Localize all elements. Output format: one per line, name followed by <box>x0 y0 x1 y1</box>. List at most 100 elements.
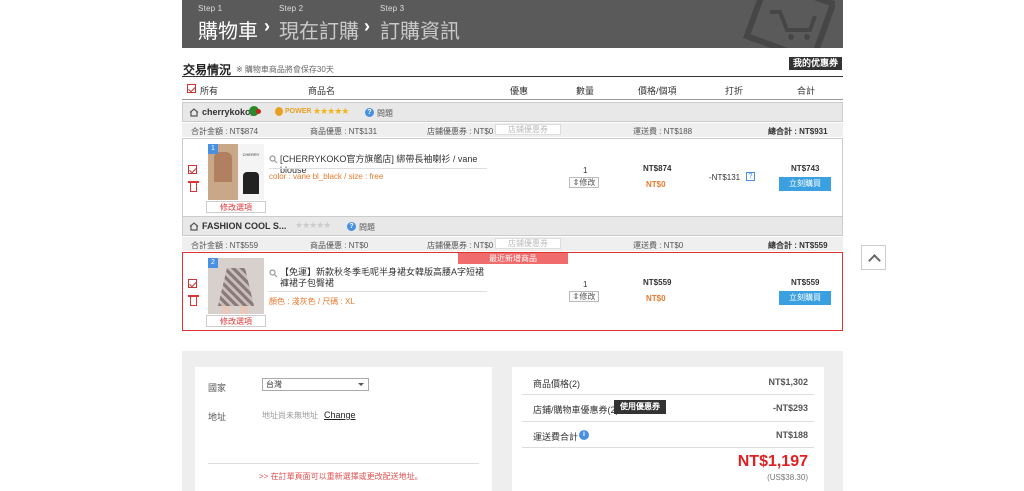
item-quantity: 1 <box>583 280 588 289</box>
divider <box>522 447 814 448</box>
coupon-label: 店鋪/購物車優惠券(2) <box>533 405 619 415</box>
product-thumbnail[interactable]: 2 <box>208 258 264 314</box>
info-icon[interactable]: i <box>579 430 589 440</box>
cart-item-recent: 最近新增商品 2 修改選項 【免運】新款秋冬季毛呢半身裙女韓版高腰A字短裙褲裙子… <box>182 252 843 331</box>
divider <box>182 99 843 100</box>
summary-shipping: 運送費 : NT$0 <box>633 241 684 250</box>
divider <box>208 463 479 464</box>
rating-stars: ★★★★★ <box>295 220 331 230</box>
home-icon <box>189 108 199 117</box>
header-discount: 優惠 <box>510 86 529 96</box>
address-placeholder: 地址尚未無地址 <box>262 411 318 420</box>
step-1-number: Step 1 <box>198 4 223 13</box>
question-link[interactable]: 問題 <box>359 222 375 233</box>
summary-shipping: 運送費 : NT$188 <box>633 127 693 136</box>
header-total: 合計 <box>797 86 816 96</box>
cart-item: CHERRY 1 修改選項 [CHERRYKOKO官方旗艦店] 綁帶長袖喇衫 /… <box>182 138 843 217</box>
my-coupon-button[interactable]: 我的优惠券 <box>789 57 842 70</box>
country-select[interactable]: 台灣 <box>262 378 369 391</box>
totals-panel: 商品價格(2) NT$1,302 店鋪/購物車優惠券(2) 使用優惠券 -NT$… <box>512 367 824 491</box>
summary-product-discount: 商品優惠 : NT$0 <box>310 241 369 250</box>
trash-icon[interactable] <box>188 295 199 306</box>
discount-info-icon[interactable]: ? <box>746 172 755 181</box>
coupon-value: -NT$293 <box>772 403 808 413</box>
item-index: 2 <box>208 258 218 268</box>
quantity-edit-label: 修改 <box>579 178 596 187</box>
header-off: 打折 <box>725 86 744 96</box>
shop-summary: 合計金額 : NT$559 商品優惠 : NT$0 店鋪優惠券 : NT$0 店… <box>182 237 843 251</box>
items-price-label: 商品價格(2) <box>533 379 580 389</box>
shop-summary: 合計金額 : NT$874 商品優惠 : NT$131 店鋪優惠券 : NT$0… <box>182 123 843 137</box>
question-icon[interactable]: ? <box>365 108 374 117</box>
step-2-name: 現在訂購 <box>279 21 359 43</box>
store-coupon-button[interactable]: 店鋪優惠券 <box>495 124 561 135</box>
product-thumbnail[interactable]: CHERRY 1 <box>208 144 264 200</box>
grand-total: NT$1,197 <box>737 453 808 470</box>
product-name[interactable]: 【免運】新款秋冬季毛呢半身裙女韓版高腰A字短裙褲裙子包臀裙 <box>280 267 492 289</box>
cart-illustration-icon <box>725 0 835 48</box>
chevron-right-icon: › <box>264 16 270 36</box>
home-icon <box>189 222 199 231</box>
section-note: ※ 購物車商品將會保存30天 <box>236 65 334 74</box>
product-option: color : vane bl_black / size : free <box>269 172 384 181</box>
product-option: 顏色 : 淺灰色 / 尺碼 : XL <box>269 297 355 306</box>
divider <box>182 76 843 77</box>
grand-total-usd: (US$38.30) <box>767 473 808 482</box>
quantity-edit-button[interactable]: ⇕修改 <box>569 177 599 188</box>
item-price: NT$559 <box>643 278 672 287</box>
edit-option-button[interactable]: 修改選項 <box>206 201 266 213</box>
divider <box>522 421 814 422</box>
step-1-name: 購物車 <box>198 21 258 43</box>
quantity-edit-label: 修改 <box>579 292 596 301</box>
header-product: 商品名 <box>308 86 336 96</box>
search-icon[interactable] <box>269 269 278 278</box>
divider <box>522 394 814 395</box>
summary-store-coupon: 店鋪優惠券 : NT$0 <box>427 241 494 250</box>
item-shipping: NT$0 <box>646 180 666 189</box>
quantity-edit-button[interactable]: ⇕修改 <box>569 291 599 302</box>
question-icon[interactable]: ? <box>347 222 356 231</box>
step-2-number: Step 2 <box>279 4 304 13</box>
scroll-to-top-button[interactable] <box>861 245 886 270</box>
country-label: 國家 <box>208 383 227 393</box>
checkout-summary-area: 國家 台灣 地址 地址尚未無地址 Change >> 在訂單頁面可以重新選擇或更… <box>182 351 843 491</box>
shipping-total-label: 運送費合計 <box>533 432 579 442</box>
item-quantity: 1 <box>583 166 588 175</box>
shop-name[interactable]: FASHION COOL S... <box>202 221 286 231</box>
address-note: >> 在訂單頁面可以重新選擇或更改配送地址。 <box>259 472 423 481</box>
trash-icon[interactable] <box>188 181 199 192</box>
item-index: 1 <box>208 144 218 154</box>
select-all-checkbox[interactable] <box>187 84 196 93</box>
item-price: NT$874 <box>643 164 672 173</box>
summary-grand-total: 總合計 : NT$931 <box>768 127 828 136</box>
shipping-total-value: NT$188 <box>775 430 808 440</box>
summary-product-discount: 商品優惠 : NT$131 <box>310 127 378 136</box>
rating-stars: ★★★★★ <box>313 106 349 116</box>
edit-option-button[interactable]: 修改選項 <box>206 315 266 327</box>
item-shipping: NT$0 <box>646 294 666 303</box>
medal-icon <box>275 107 283 116</box>
use-coupon-button[interactable]: 使用優惠券 <box>614 400 666 414</box>
search-icon[interactable] <box>269 155 278 164</box>
divider <box>269 168 487 169</box>
recently-added-tag: 最近新增商品 <box>458 253 568 264</box>
header-select-all: 所有 <box>200 86 219 96</box>
item-checkbox[interactable] <box>188 165 197 174</box>
buy-now-button[interactable]: 立刻購買 <box>779 291 831 305</box>
item-checkbox[interactable] <box>188 279 197 288</box>
address-panel: 國家 台灣 地址 地址尚未無地址 Change >> 在訂單頁面可以重新選擇或更… <box>195 367 492 491</box>
divider <box>269 291 487 292</box>
address-label: 地址 <box>208 412 227 422</box>
step-3-name: 訂購資訊 <box>380 21 460 43</box>
shop-name[interactable]: cherrykoko_ <box>202 107 256 117</box>
change-address-link[interactable]: Change <box>324 410 356 420</box>
store-coupon-button[interactable]: 店鋪優惠券 <box>495 238 561 249</box>
question-link[interactable]: 問題 <box>377 108 393 119</box>
shop-header: FASHION COOL S... ★★★★★ ? 問題 <box>182 216 843 236</box>
buy-now-button[interactable]: 立刻購買 <box>779 177 831 191</box>
item-discount: -NT$131 <box>709 173 741 182</box>
summary-amount: 合計金額 : NT$874 <box>191 127 259 136</box>
seller-grade: POWER <box>285 108 312 115</box>
items-price-value: NT$1,302 <box>768 377 808 387</box>
summary-grand-total: 總合計 : NT$559 <box>768 241 828 250</box>
